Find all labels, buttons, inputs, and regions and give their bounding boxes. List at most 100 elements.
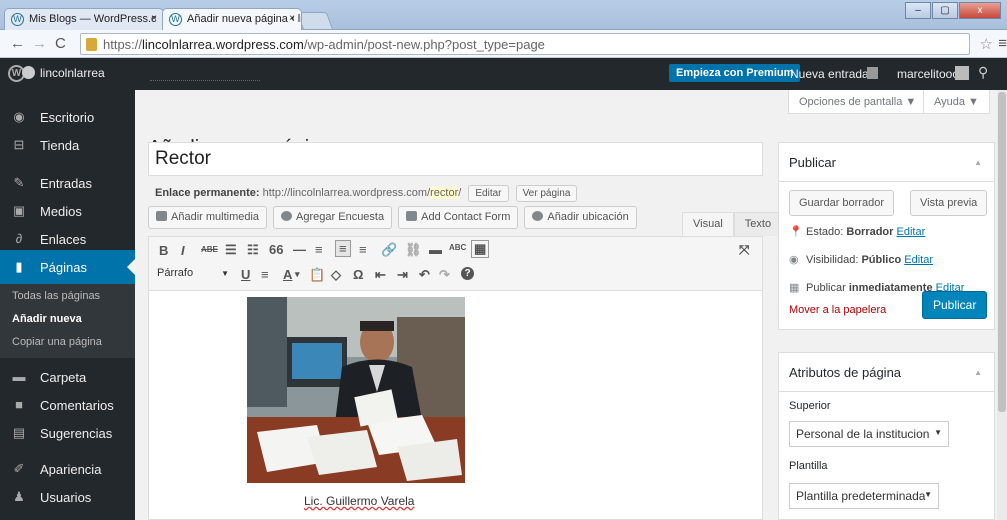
close-window-button[interactable]: x [959,2,1001,19]
add-media-button[interactable]: Añadir multimedia [148,206,268,229]
text-color-dropdown[interactable]: ▾ [295,269,300,280]
align-left-button[interactable]: ≡ [315,242,323,257]
tab-visual[interactable]: Visual [682,212,734,236]
redo-button[interactable]: ↷ [439,267,450,283]
comment-icon: ■ [15,397,23,412]
numbered-list-button[interactable]: ☷ [247,242,259,258]
submenu-copy-page[interactable]: Copiar una página [12,336,102,348]
justify-button[interactable]: ≡ [261,267,269,282]
url-field[interactable]: https://lincolnlarrea.wordpress.com/wp-a… [80,33,970,55]
permalink-url[interactable]: http://lincolnlarrea.wordpress.com/ [263,187,431,199]
read-more-button[interactable]: ▬ [429,242,442,257]
bookmark-star-icon[interactable]: ☆ [980,35,993,53]
edit-permalink-button[interactable]: Editar [468,185,509,202]
clear-formatting-button[interactable]: ◇ [331,267,341,283]
chevron-down-icon: ▼ [934,428,942,437]
paste-text-button[interactable]: 📋 [309,267,325,283]
collapse-toggle-icon[interactable]: ▲ [974,158,982,167]
notifications-icon[interactable] [867,67,878,79]
view-page-button[interactable]: Ver página [515,185,578,202]
sidebar-item-label: Páginas [40,260,87,275]
help-button[interactable]: Ayuda ▼ [923,90,990,114]
wordpress-favicon-icon: W [11,13,24,26]
wordpress-favicon-icon: W [169,13,182,26]
preview-button[interactable]: Vista previa [910,190,988,216]
edit-status-link[interactable]: Editar [897,226,926,238]
back-arrow-icon[interactable]: ← [10,35,25,52]
scrollbar-thumb[interactable] [998,92,1006,412]
collapse-toggle-icon[interactable]: ▲ [974,368,982,377]
maximize-button[interactable]: ▢ [932,2,958,19]
form-icon [406,211,418,221]
strikethrough-button[interactable]: ABE [201,245,218,254]
permalink-slug[interactable]: rector [430,187,459,199]
photo-illustration [247,297,465,483]
minimize-button[interactable]: – [905,2,931,19]
bullet-list-button[interactable]: ☰ [225,242,237,258]
search-icon[interactable]: ⚲ [978,64,988,81]
parent-label: Superior [789,400,831,412]
move-to-trash-link[interactable]: Mover a la papelera [789,304,886,316]
template-select[interactable]: Plantilla predeterminada ▼ [789,483,939,509]
add-poll-button[interactable]: Agregar Encuesta [273,206,393,229]
new-tab-button[interactable] [296,12,334,30]
parent-value: Personal de la institucion [796,427,930,441]
sidebar-item-usuarios[interactable]: ♟ Usuarios [0,480,135,514]
fullscreen-expand-icon[interactable]: ⤧ [739,242,749,258]
content-editor[interactable]: B I ABE ☰ ☷ 66 — ≡ ≡ ≡ 🔗 ⛓ ▬ ABC ▦ ⤧ Pár… [148,236,763,520]
spellcheck-button[interactable]: ABC [449,243,466,252]
italic-button[interactable]: I [181,243,185,258]
avatar[interactable] [955,66,969,80]
unlink-button[interactable]: ⛓ [405,242,422,258]
page-scrollbar[interactable] [997,90,1007,520]
add-location-button[interactable]: Añadir ubicación [524,206,637,229]
save-draft-button[interactable]: Guardar borrador [789,190,894,216]
close-tab-icon[interactable]: × [151,13,157,24]
insert-link-button[interactable]: 🔗 [381,242,397,258]
bold-button[interactable]: B [159,243,168,258]
edit-visibility-link[interactable]: Editar [904,254,933,266]
horizontal-line-button[interactable]: — [293,242,306,257]
indent-button[interactable]: ⇥ [397,267,408,283]
toolbar-toggle-button[interactable]: ▦ [471,240,490,258]
sidebar-item-tienda[interactable]: ⊟ Tienda [0,128,135,162]
outdent-button[interactable]: ⇤ [375,267,386,283]
parent-select[interactable]: Personal de la institucion ▼ [789,421,949,447]
reload-icon[interactable]: C [55,35,66,52]
screen-options-button[interactable]: Opciones de pantalla ▼ [788,90,928,114]
premium-button[interactable]: Empieza con Premium [669,64,801,82]
post-title-input[interactable]: Rector [148,142,763,176]
text-color-button[interactable]: A [283,267,292,282]
tab-texto[interactable]: Texto [733,212,783,236]
add-contact-form-button[interactable]: Add Contact Form [398,206,519,229]
editor-mode-tabs: Visual Texto [682,212,783,236]
url-host: lincolnlarrea.wordpress.com [142,37,304,52]
special-character-button[interactable]: Ω [353,267,363,282]
submenu-all-pages[interactable]: Todas las páginas [12,290,100,302]
underline-button[interactable]: U [241,267,250,282]
submenu-add-new[interactable]: Añadir nueva [12,313,82,325]
undo-button[interactable]: ↶ [419,267,430,283]
browser-tab-mis-blogs[interactable]: W Mis Blogs — WordPress.c × [4,8,164,30]
new-post-link[interactable]: Nueva entrada [790,67,869,81]
sidebar-item-sugerencias[interactable]: ▤ Sugerencias [0,416,135,450]
align-center-button[interactable]: ≡ [335,240,351,257]
site-name-link[interactable]: lincolnlarrea [22,66,105,80]
user-menu[interactable]: marcelitooo [897,67,959,81]
help-icon[interactable]: ? [461,267,474,280]
align-right-button[interactable]: ≡ [359,242,367,257]
rector-photo[interactable] [247,297,465,483]
close-tab-icon[interactable]: × [289,13,295,24]
forward-arrow-icon[interactable]: → [32,35,47,52]
status-row: 📍 Estado: Borrador Editar [789,225,925,238]
browser-menu-icon[interactable]: ≡ [998,35,1007,52]
sidebar-item-paginas[interactable]: ▮ Páginas [0,250,135,284]
browser-tab-anadir-pagina[interactable]: W Añadir nueva página ‹ linc × [162,8,302,30]
lock-icon [86,38,97,51]
format-select[interactable]: Párrafo ▼ [157,267,229,279]
publish-button[interactable]: Publicar [922,291,988,319]
location-icon [532,211,544,221]
button-label: Agregar Encuesta [296,211,385,223]
sidebar-item-label: Enlaces [40,232,87,247]
blockquote-button[interactable]: 66 [269,242,283,257]
